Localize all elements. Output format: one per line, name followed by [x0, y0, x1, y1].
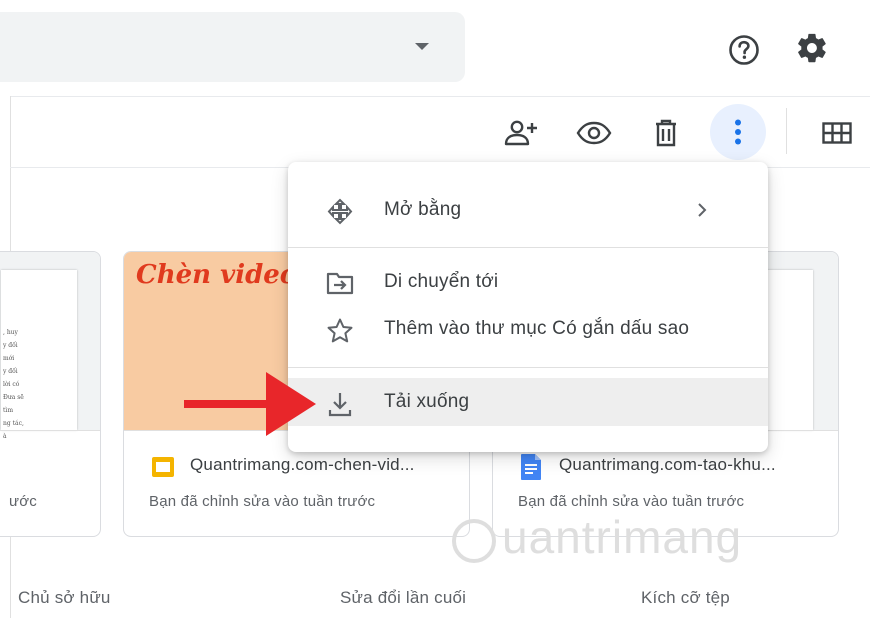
move-arrows-icon: [326, 198, 353, 225]
preview-button[interactable]: [571, 110, 617, 156]
person-add-icon: [503, 118, 539, 148]
snippet-line: , huy: [3, 329, 18, 336]
folder-move-icon: [326, 270, 354, 296]
annotation-arrow: [180, 366, 320, 442]
help-button[interactable]: [722, 28, 766, 72]
file-card-footer: ước: [0, 430, 100, 536]
menu-item-move-to[interactable]: Di chuyển tới: [288, 258, 768, 306]
menu-label: Thêm vào thư mục Có gắn dấu sao: [384, 318, 690, 339]
menu-divider: [288, 367, 768, 368]
delete-button[interactable]: [643, 110, 689, 156]
eye-icon: [576, 121, 612, 145]
file-modified-text: Bạn đã chỉnh sửa vào tuần trước: [518, 493, 745, 510]
grid-view-icon: [822, 122, 852, 144]
menu-label: Mở bằng: [384, 199, 462, 220]
snippet-line: tìm: [3, 407, 14, 414]
column-size[interactable]: Kích cỡ tệp: [641, 588, 730, 608]
file-card-1[interactable]: , huy y đối mới y đối lời có Đưa sẽ tìm …: [0, 251, 101, 537]
file-name: Quantrimang.com-tao-khu...: [559, 455, 776, 474]
snippet-line: ng tác,: [3, 420, 24, 427]
menu-divider: [288, 247, 768, 248]
snippet-line: lời có: [3, 381, 20, 388]
watermark-text: uantrimang: [502, 511, 743, 563]
share-button[interactable]: [498, 110, 544, 156]
document-preview: , huy y đối mới y đối lời có Đưa sẽ tìm …: [1, 270, 77, 440]
menu-label: Di chuyển tới: [384, 271, 499, 292]
search-options-caret-icon[interactable]: [414, 42, 430, 52]
chevron-right-icon: [696, 202, 708, 218]
star-icon: [326, 317, 353, 343]
gear-icon: [795, 31, 829, 65]
file-thumbnail: , huy y đối mới y đối lời có Đưa sẽ tìm …: [0, 252, 100, 440]
menu-item-open-with[interactable]: Mở bằng: [288, 186, 768, 234]
watermark-bulb-icon: [452, 518, 496, 563]
settings-button[interactable]: [790, 26, 834, 70]
menu-item-download[interactable]: Tải xuống: [288, 378, 768, 426]
snippet-line: y đối: [3, 368, 18, 375]
file-modified-text: ước: [9, 493, 37, 510]
help-circle-icon: [728, 34, 760, 66]
column-last-modified[interactable]: Sửa đổi lần cuối: [340, 588, 466, 608]
slides-icon: [151, 455, 175, 479]
download-icon: [326, 390, 352, 417]
snippet-line: y đối: [3, 342, 18, 349]
snippet-line: Đưa sẽ: [3, 394, 24, 401]
docs-icon: [520, 453, 542, 481]
toolbar-separator: [786, 108, 787, 154]
menu-label: Tải xuống: [384, 391, 470, 412]
more-vert-icon: [734, 119, 742, 145]
trash-icon: [653, 118, 679, 148]
file-modified-text: Bạn đã chỉnh sửa vào tuần trước: [149, 493, 376, 510]
snippet-line: mới: [3, 355, 15, 362]
grid-view-button[interactable]: [814, 110, 860, 156]
column-owner[interactable]: Chủ sở hữu: [18, 588, 111, 608]
menu-item-add-starred[interactable]: Thêm vào thư mục Có gắn dấu sao: [288, 305, 768, 353]
more-actions-button[interactable]: [710, 104, 766, 160]
header-divider: [10, 96, 870, 97]
file-name: Quantrimang.com-chen-vid...: [190, 455, 415, 474]
context-menu: Mở bằng Di chuyển tới Thêm vào thư mục C…: [288, 162, 768, 452]
search-bar[interactable]: [0, 12, 465, 82]
watermark-logo: uantrimang: [452, 510, 742, 564]
